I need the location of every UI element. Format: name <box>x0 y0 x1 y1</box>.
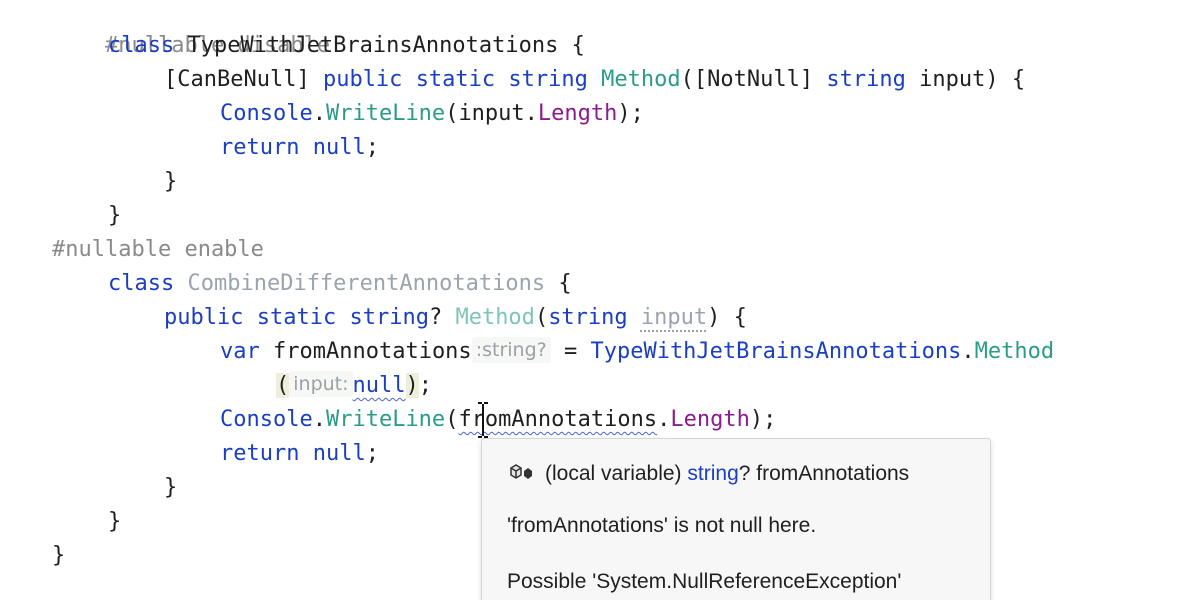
code-line-1: #nullable disable <box>52 0 330 58</box>
code-line-11: var fromAnnotations:string? = TypeWithJe… <box>220 335 1054 369</box>
open-paren: ( <box>445 101 459 126</box>
parameter-input-unused: input <box>640 305 708 330</box>
semicolon: ; <box>418 373 433 398</box>
text-cursor-icon <box>477 402 489 438</box>
code-line-14: return null; <box>220 437 379 471</box>
close-brace: } <box>108 509 122 534</box>
signature-suffix: ? fromAnnotations <box>738 462 910 485</box>
dot: . <box>312 407 326 432</box>
preprocessor-directive: #nullable enable <box>52 237 264 262</box>
method-name: Method <box>601 67 681 92</box>
dot: . <box>312 101 326 126</box>
method-call: Method <box>974 339 1055 364</box>
dot: . <box>961 339 975 364</box>
property-length: Length <box>670 407 750 432</box>
keyword-null: null <box>312 135 366 160</box>
semicolon: ; <box>365 441 379 466</box>
close-paren-brace: ) { <box>985 67 1026 92</box>
assign-operator: = <box>563 339 578 364</box>
method-name: Method <box>455 305 535 330</box>
keyword-public: public <box>164 305 244 330</box>
keyword-null-warning[interactable]: null <box>353 373 406 398</box>
parameter-input: input <box>919 67 986 92</box>
method-writeline: WriteLine <box>325 407 446 432</box>
code-line-13: Console.WriteLine(fromAnnotations.Length… <box>220 403 776 437</box>
property-length: Length <box>537 101 618 126</box>
code-line-4: Console.WriteLine(input.Length); <box>220 97 644 131</box>
code-line-6: } <box>164 165 177 199</box>
keyword-string: string <box>548 305 628 330</box>
signature-type: string <box>687 462 739 485</box>
keyword-public: public <box>322 67 403 92</box>
keyword-static: static <box>256 305 337 330</box>
nullable-mark: ? <box>428 305 443 330</box>
close-brace: } <box>52 543 66 568</box>
type-inlay-hint[interactable]: :string? <box>471 337 551 363</box>
close-brace: } <box>164 475 178 500</box>
code-line-2: class TypeWithJetBrainsAnnotations { <box>108 29 585 63</box>
tooltip-signature: (local variable) string? fromAnnotations <box>507 460 909 488</box>
keyword-string: string <box>349 305 429 330</box>
dot: . <box>657 407 671 432</box>
class-name-unused: CombineDifferentAnnotations <box>187 271 546 296</box>
keyword-static: static <box>415 67 496 92</box>
signature-prefix: (local variable) <box>545 462 688 485</box>
code-editor[interactable]: #nullable disable class TypeWithJetBrain… <box>0 0 1200 600</box>
keyword-return: return <box>220 135 300 160</box>
variable-fromannotations: fromAnnotations <box>273 339 472 364</box>
quick-info-tooltip: (local variable) string? fromAnnotations… <box>481 438 991 600</box>
code-line-10: public static string? Method(string inpu… <box>164 301 747 335</box>
code-line-7: } <box>108 199 121 233</box>
keyword-class: class <box>108 33 175 58</box>
parameter-inlay-hint[interactable]: input: <box>289 371 353 397</box>
type-console: Console <box>220 407 313 432</box>
keyword-class: class <box>108 271 175 296</box>
keyword-var: var <box>220 339 260 364</box>
close-paren: ); <box>749 407 777 432</box>
close-paren-brace: ) { <box>707 305 747 330</box>
code-line-17: } <box>52 539 65 573</box>
tooltip-nullability-note: 'fromAnnotations' is not null here. <box>507 514 817 537</box>
open-brace: { <box>571 33 585 58</box>
type-console: Console <box>220 101 313 126</box>
code-line-15: } <box>164 471 177 505</box>
keyword-string: string <box>826 67 906 92</box>
open-brace: { <box>558 271 572 296</box>
code-line-12: (input: null); <box>276 369 432 403</box>
open-paren: ( <box>534 305 549 330</box>
code-line-9: class CombineDifferentAnnotations { <box>108 267 572 301</box>
open-paren: ( <box>680 67 694 92</box>
variable-input: input <box>458 101 525 126</box>
keyword-string: string <box>508 67 588 92</box>
tooltip-warning: Possible 'System.NullReferenceException' <box>507 570 902 593</box>
close-brace: } <box>164 169 178 194</box>
type-name: TypeWithJetBrainsAnnotations <box>590 339 962 364</box>
attribute-canbenull: [CanBeNull] <box>164 67 310 92</box>
class-name: TypeWithJetBrainsAnnotations <box>187 33 559 58</box>
local-variable-icon <box>507 462 535 482</box>
open-paren-highlight: ( <box>276 373 290 398</box>
open-paren: ( <box>445 407 459 432</box>
method-writeline: WriteLine <box>325 101 446 126</box>
close-brace: } <box>108 203 122 228</box>
code-line-8: #nullable enable <box>52 233 264 267</box>
attribute-notnull: [NotNull] <box>693 67 814 92</box>
close-paren-highlight: ) <box>405 373 419 398</box>
semicolon: ; <box>365 135 379 160</box>
dot: . <box>524 101 538 126</box>
code-line-16: } <box>108 505 121 539</box>
code-line-3: [CanBeNull] public static string Method(… <box>164 63 1025 97</box>
code-line-5: return null; <box>220 131 379 165</box>
keyword-null: null <box>312 441 366 466</box>
close-paren: ); <box>617 101 644 126</box>
keyword-return: return <box>220 441 300 466</box>
